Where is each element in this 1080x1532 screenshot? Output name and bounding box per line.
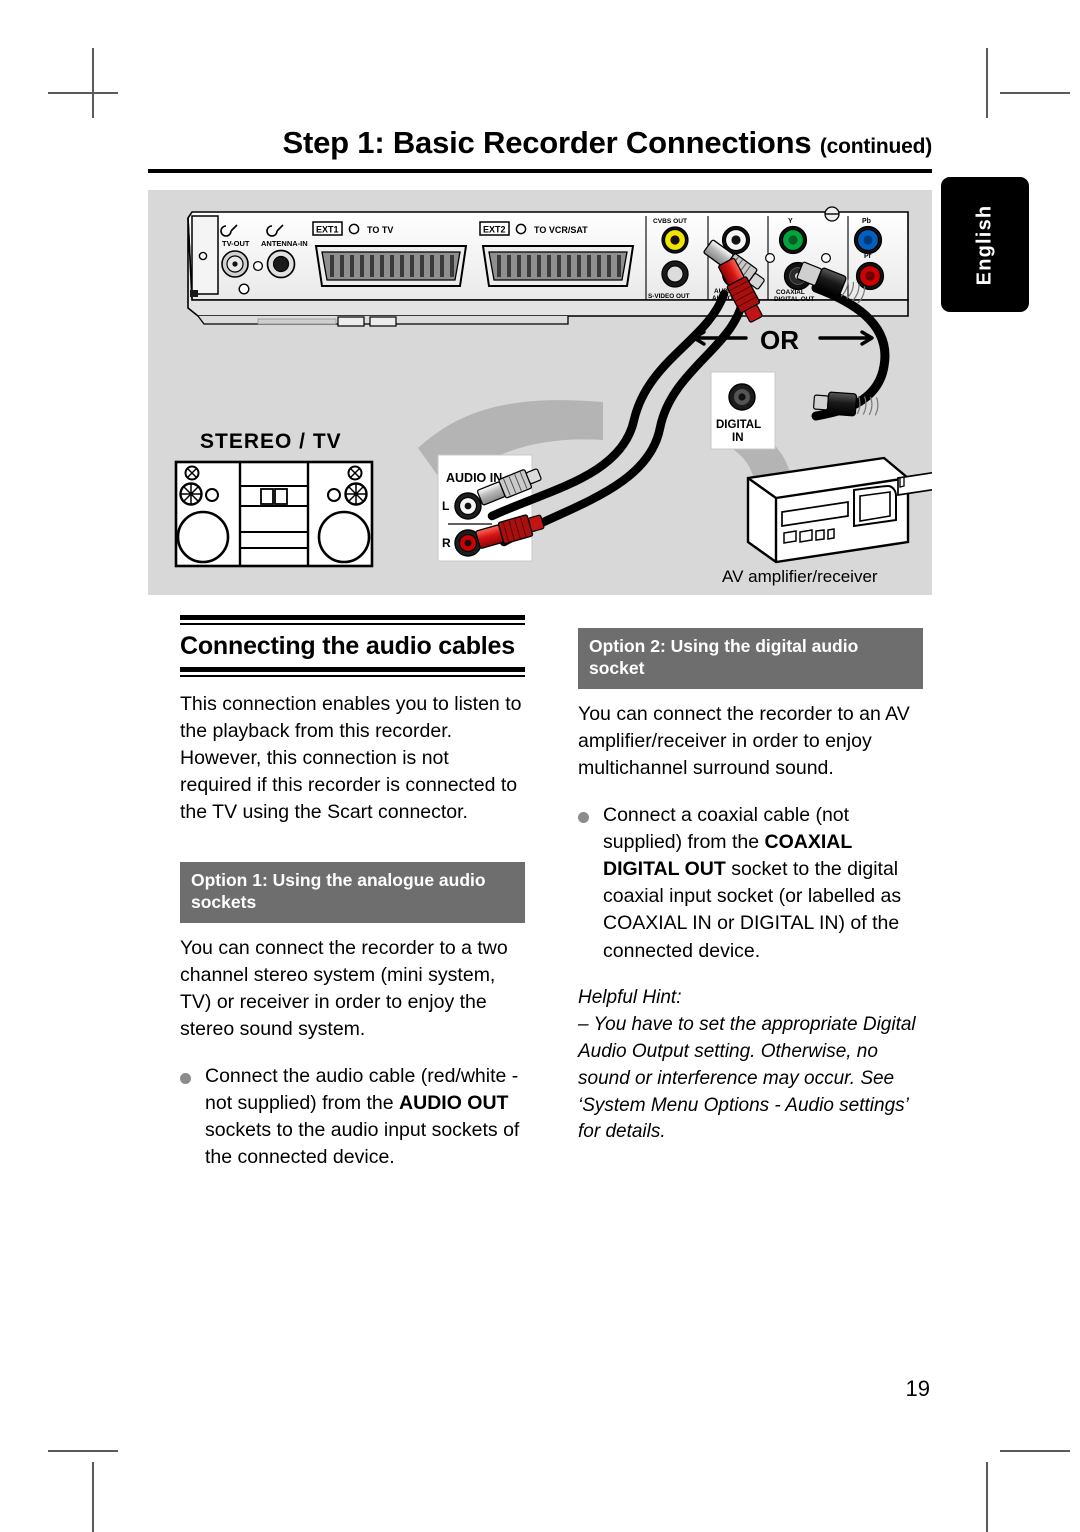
digital-in-callout: DIGITAL IN — [710, 371, 776, 450]
svg-text:STEREO / TV: STEREO / TV — [200, 430, 342, 453]
intro-paragraph: This connection enables you to listen to… — [180, 692, 522, 823]
digital-in-label-line2: IN — [732, 432, 744, 444]
stereo-tv-illustration: STEREO / TV — [174, 430, 374, 568]
crop-mark-top-left-horizontal — [48, 92, 118, 94]
language-tab-label: English — [973, 204, 996, 285]
av-amplifier-illustration: AV amplifier/receiver — [722, 456, 932, 586]
section-title: Connecting the audio cables — [180, 632, 515, 660]
bullet-text-bold: AUDIO OUT — [399, 1092, 509, 1115]
bullet-text-post: sockets to the audio input sockets of th… — [205, 1119, 520, 1169]
svg-text:TO TV: TO TV — [367, 225, 393, 235]
or-label: OR — [760, 325, 799, 355]
crop-mark-bottom-right-vertical — [986, 1462, 988, 1532]
option-1-bullet-text: Connect the audio cable (red/white - not… — [205, 1063, 525, 1171]
svg-text:Pr: Pr — [864, 253, 872, 260]
svg-text:Pb: Pb — [862, 218, 871, 225]
svg-text:EXT1: EXT1 — [316, 225, 339, 235]
digital-in-label-line1: DIGITAL — [716, 419, 761, 431]
language-tab-english: English — [941, 177, 1029, 312]
svg-text:COAXIAL: COAXIAL — [776, 289, 805, 296]
connection-diagram: TV-OUT ANTENNA-IN EXT1 TO TV EXT2 TO VCR… — [148, 190, 932, 595]
svg-text:TO VCR/SAT: TO VCR/SAT — [534, 225, 588, 235]
helpful-hint-body: – You have to set the appropriate Digita… — [578, 1013, 916, 1143]
svg-text:TV-OUT: TV-OUT — [222, 239, 250, 248]
svg-text:R: R — [442, 536, 451, 550]
option-1-header: Option 1: Using the analogue audio socke… — [180, 861, 525, 923]
option-2-bullet: Connect a coaxial cable (not supplied) f… — [578, 802, 923, 965]
recorder-rear-panel: TV-OUT ANTENNA-IN EXT1 TO TV EXT2 TO VCR… — [187, 206, 909, 327]
left-column: Connecting the audio cables This connect… — [180, 615, 525, 1172]
crop-mark-top-left-vertical — [92, 48, 94, 118]
right-column: Option 2: Using the digital audio socket… — [578, 615, 923, 1146]
page-number: 19 — [905, 1376, 930, 1401]
crop-mark-top-right-vertical — [986, 48, 988, 118]
svg-text:EXT2: EXT2 — [483, 225, 506, 235]
panel-screw — [824, 206, 840, 222]
bullet-dot-icon — [578, 812, 589, 824]
title-divider — [148, 169, 932, 174]
option-2-bullet-text: Connect a coaxial cable (not supplied) f… — [603, 802, 923, 965]
page-header: Step 1: Basic Recorder Connections (cont… — [148, 125, 933, 174]
crop-mark-top-right-horizontal — [1000, 92, 1070, 94]
svg-text:ANTENNA-IN: ANTENNA-IN — [261, 239, 308, 248]
helpful-hint: Helpful Hint: – You have to set the appr… — [578, 985, 923, 1147]
bullet-dot-icon — [180, 1073, 191, 1085]
svg-text:S-VIDEO OUT: S-VIDEO OUT — [648, 293, 690, 300]
section-rule-bottom — [180, 666, 525, 677]
section-rule-top — [180, 615, 525, 625]
svg-text:CVBS OUT: CVBS OUT — [653, 218, 687, 225]
option-2-body: You can connect the recorder to an AV am… — [578, 702, 910, 779]
svg-text:Y: Y — [788, 218, 793, 225]
svg-text:L: L — [442, 499, 449, 513]
page-title-continued: (continued) — [819, 135, 932, 158]
helpful-hint-title: Helpful Hint: — [578, 986, 682, 1008]
page-title-main: Step 1: Basic Recorder Connections — [282, 125, 812, 160]
option-1-bullet: Connect the audio cable (red/white - not… — [180, 1063, 525, 1171]
audio-in-label: AUDIO IN — [446, 471, 502, 485]
crop-mark-bottom-left-vertical — [92, 1462, 94, 1532]
option-1-body: You can connect the recorder to a two ch… — [180, 936, 508, 1041]
crop-mark-bottom-right-horizontal — [1000, 1450, 1070, 1452]
av-amplifier-caption: AV amplifier/receiver — [722, 567, 878, 586]
page-title: Step 1: Basic Recorder Connections (cont… — [148, 125, 933, 160]
svg-text:DIGITAL OUT: DIGITAL OUT — [774, 296, 814, 303]
crop-mark-bottom-left-horizontal — [48, 1450, 118, 1452]
arrow-right-icon — [818, 330, 874, 346]
option-2-header: Option 2: Using the digital audio socket — [578, 628, 923, 689]
